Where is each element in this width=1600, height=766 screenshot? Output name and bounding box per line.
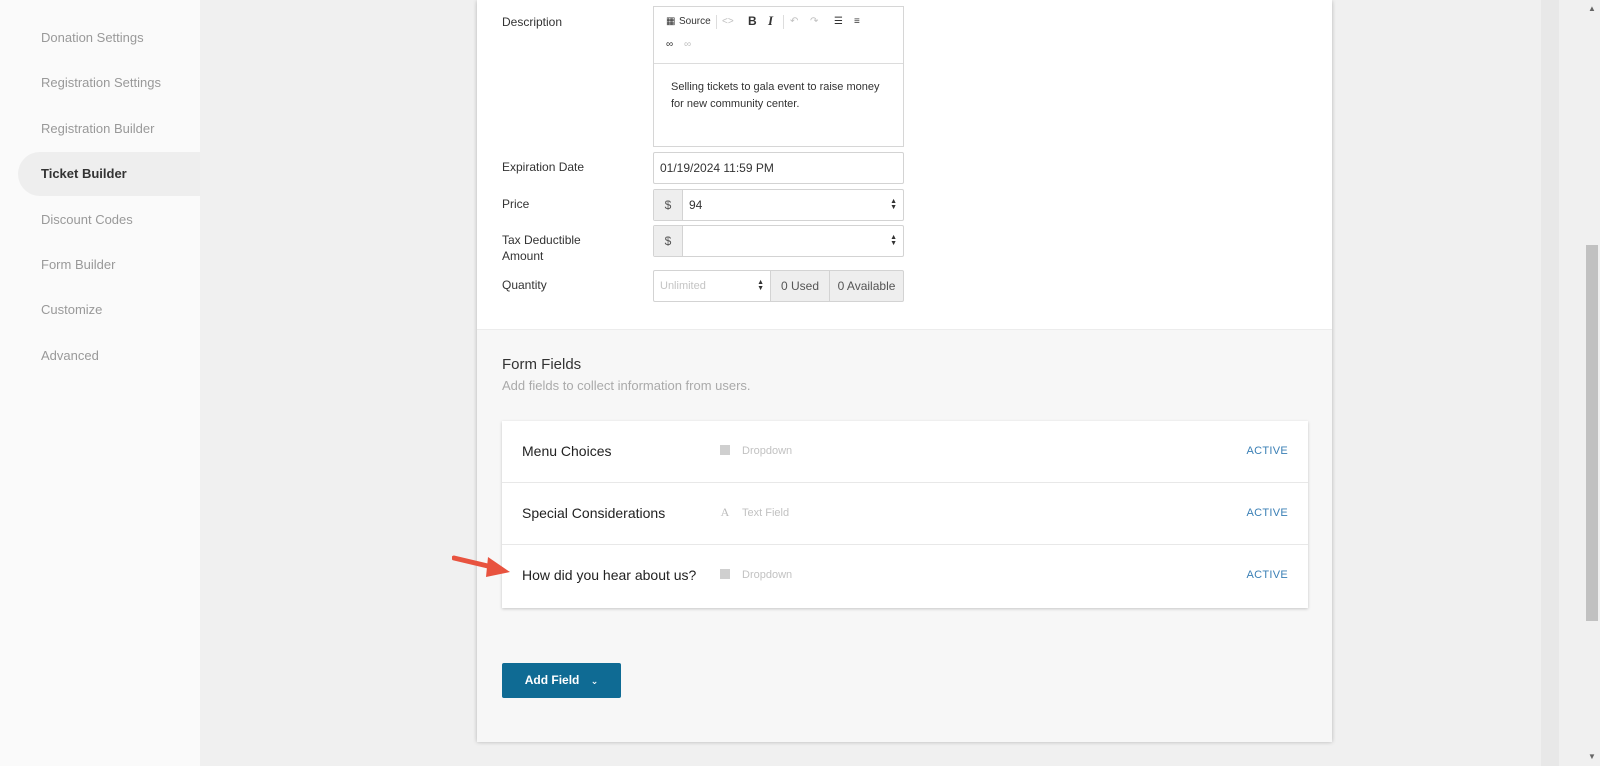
add-field-label: Add Field [524,673,580,687]
add-field-button[interactable]: Add Field ⌄ [502,663,621,698]
dropdown-icon [720,569,730,579]
expiration-date-input[interactable]: 01/19/2024 11:59 PM [653,152,904,184]
source-icon[interactable]: ▦ [666,15,675,29]
quantity-input[interactable]: Unlimited ▲ ▼ [653,270,771,302]
price-value: 94 [689,198,703,212]
sidebar-item-ticket-builder[interactable]: Ticket Builder [18,152,200,196]
text-field-icon: A [720,505,730,519]
sidebar-item-donation-settings[interactable]: Donation Settings [18,16,200,60]
currency-addon: $ [654,226,683,256]
tax-deductible-input[interactable]: $ ▲ ▼ [653,225,904,257]
field-name: Special Considerations [522,505,666,521]
field-status[interactable]: ACTIVE [1246,569,1288,581]
scroll-up-icon[interactable]: ▲ [1585,2,1599,16]
source-button[interactable]: Source [679,15,711,29]
sidebar-item-advanced[interactable]: Advanced [18,334,200,378]
description-editor: ▦ Source <> B I ↶ ↷ ☰ ≡ ∞ ∞ Selling tick… [653,6,904,147]
field-type: Text Field [742,507,790,519]
annotation-arrow-icon [452,555,510,577]
toolbar-divider [783,15,784,29]
redo-icon[interactable]: ↷ [810,15,818,29]
editor-content[interactable]: Selling tickets to gala event to raise m… [671,79,891,113]
chevron-down-icon: ⌄ [590,676,599,686]
sidebar-item-registration-settings[interactable]: Registration Settings [18,61,200,105]
toolbar-divider [716,15,717,29]
quantity-spinner-icon[interactable]: ▲ ▼ [757,279,764,292]
quantity-label: Quantity [502,278,547,292]
scroll-down-icon[interactable]: ▼ [1585,750,1599,764]
italic-button[interactable]: I [768,14,773,28]
unlink-icon[interactable]: ∞ [684,38,691,52]
field-type: Dropdown [742,569,793,581]
used-count-badge: 0 Used [770,270,830,302]
price-spinner-icon[interactable]: ▲ ▼ [890,198,897,211]
ticket-card: Description ▦ Source <> B I ↶ ↷ ☰ ≡ ∞ ∞ … [477,0,1332,742]
bold-button[interactable]: B [748,14,757,28]
tax-spinner-icon[interactable]: ▲ ▼ [890,234,897,247]
sidebar: Donation Settings Registration Settings … [0,0,200,766]
dropdown-icon [720,445,730,455]
field-name: Menu Choices [522,443,612,459]
price-input[interactable]: $ 94 ▲ ▼ [653,189,904,221]
field-status[interactable]: ACTIVE [1246,507,1288,519]
scrollbar-track[interactable] [1541,0,1559,766]
bulleted-list-icon[interactable]: ≡ [854,15,860,29]
sidebar-item-form-builder[interactable]: Form Builder [18,243,200,287]
link-icon[interactable]: ∞ [666,38,673,52]
field-type: Dropdown [742,445,793,457]
price-label: Price [502,197,530,211]
currency-addon: $ [654,190,683,220]
field-row-how-did-you-hear[interactable]: How did you hear about us? Dropdown ACTI… [502,545,1308,607]
quantity-placeholder: Unlimited [660,280,706,292]
undo-icon[interactable]: ↶ [790,15,798,29]
tax-deductible-label: Tax Deductible Amount [502,233,581,263]
field-status[interactable]: ACTIVE [1246,445,1288,457]
numbered-list-icon[interactable]: ☰ [834,15,843,29]
editor-toolbar: ▦ Source <> B I ↶ ↷ ☰ ≡ ∞ ∞ [654,7,903,64]
description-label: Description [502,15,563,29]
scrollbar-thumb[interactable] [1586,245,1598,621]
sidebar-item-discount-codes[interactable]: Discount Codes [18,198,200,242]
code-icon[interactable]: <> [722,15,734,29]
form-fields-list: Menu Choices Dropdown ACTIVE Special Con… [502,421,1308,608]
form-fields-title: Form Fields [502,356,582,373]
field-row-special-considerations[interactable]: Special Considerations A Text Field ACTI… [502,483,1308,545]
form-fields-subtitle: Add fields to collect information from u… [502,378,751,393]
sidebar-item-customize[interactable]: Customize [18,288,200,332]
available-count-badge: 0 Available [829,270,904,302]
expiration-date-label: Expiration Date [502,160,585,174]
field-name: How did you hear about us? [522,567,697,583]
sidebar-item-registration-builder[interactable]: Registration Builder [18,107,200,151]
field-row-menu-choices[interactable]: Menu Choices Dropdown ACTIVE [502,421,1308,483]
